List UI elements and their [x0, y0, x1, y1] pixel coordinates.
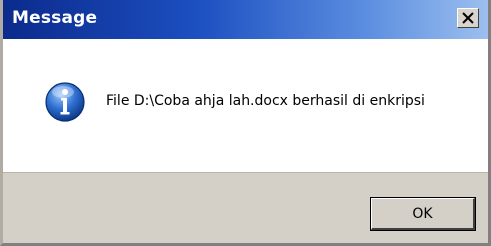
- ok-button[interactable]: OK: [371, 198, 475, 230]
- ok-button-label: OK: [412, 205, 433, 222]
- title-bar[interactable]: Message: [0, 0, 491, 39]
- message-body: File D:\Coba ahja lah.docx berhasil di e…: [0, 39, 491, 172]
- message-dialog: Message File D:\Coba ahja lah.docx berha…: [0, 0, 491, 246]
- close-icon: [462, 12, 474, 24]
- window-title: Message: [12, 8, 98, 28]
- close-button[interactable]: [457, 8, 479, 28]
- info-icon: [45, 82, 85, 122]
- message-text: File D:\Coba ahja lah.docx berhasil di e…: [106, 93, 425, 109]
- button-bar: OK: [0, 172, 491, 246]
